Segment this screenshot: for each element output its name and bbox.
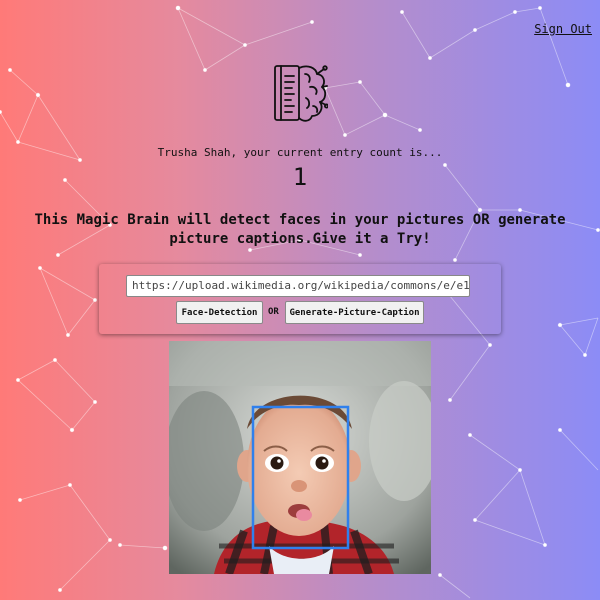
image-link-form: https://upload.wikimedia.org/wikipedia/c… [99,264,501,334]
face-image [169,341,431,574]
entry-count-value: 1 [292,163,308,191]
brain-computer-icon [274,65,328,122]
face-detection-button[interactable]: Face-Detection [176,301,263,324]
image-url-input[interactable]: https://upload.wikimedia.org/wikipedia/c… [126,275,470,297]
or-separator: OR [268,307,279,317]
generate-caption-button[interactable]: Generate-Picture-Caption [285,301,424,324]
sign-out-link[interactable]: Sign Out [534,22,592,36]
app-tagline: This Magic Brain will detect faces in yo… [34,212,566,247]
entry-count-message: Trusha Shah, your current entry count is… [157,146,443,159]
